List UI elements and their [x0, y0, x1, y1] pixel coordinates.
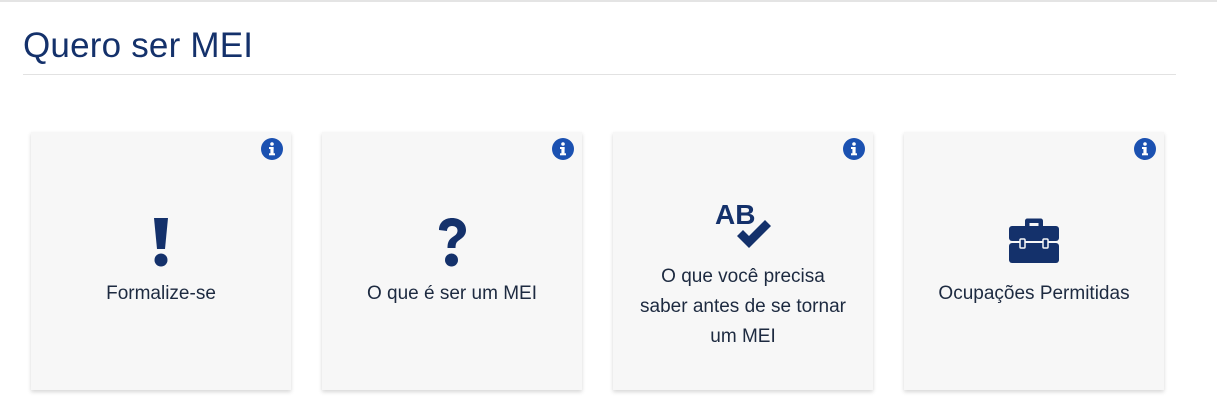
card-ocupacoes-permitidas[interactable]: Ocupações Permitidas: [904, 132, 1164, 390]
page-title: Quero ser MEI: [23, 26, 254, 65]
cards-grid: Formalize-se O que é ser um MEI AB O que…: [31, 132, 1164, 390]
svg-text:AB: AB: [715, 199, 755, 230]
card-label: Ocupações Permitidas: [938, 283, 1130, 304]
info-icon[interactable]: [552, 138, 574, 160]
card-o-que-voce-precisa-saber[interactable]: AB O que você precisa saber antes de se t…: [613, 132, 873, 390]
info-icon[interactable]: [843, 138, 865, 160]
toolbox-icon: [904, 218, 1164, 264]
title-divider: [23, 74, 1176, 75]
info-icon[interactable]: [1134, 138, 1156, 160]
card-formalize-se[interactable]: Formalize-se: [31, 132, 291, 390]
info-icon[interactable]: [261, 138, 283, 160]
question-icon: [322, 216, 582, 268]
card-o-que-e-ser-mei[interactable]: O que é ser um MEI: [322, 132, 582, 390]
card-label: Formalize-se: [106, 283, 216, 304]
top-border: [0, 0, 1217, 2]
spell-check-icon: AB: [613, 198, 873, 252]
card-label: O que você precisa saber antes de se torn…: [640, 266, 846, 347]
card-label: O que é ser um MEI: [366, 283, 537, 304]
exclamation-icon: [31, 216, 291, 268]
